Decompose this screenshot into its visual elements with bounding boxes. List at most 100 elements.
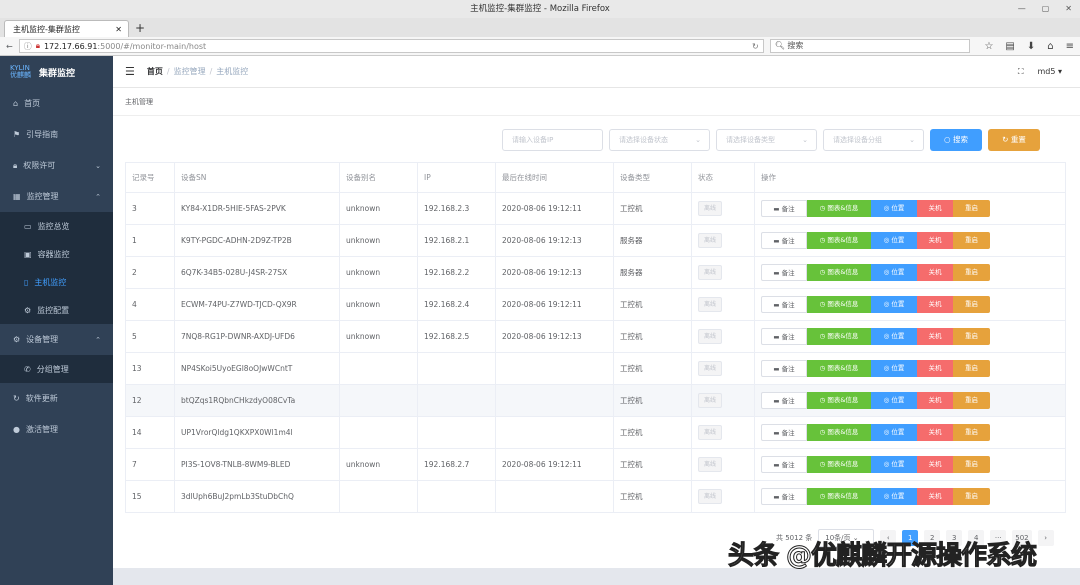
note-button[interactable]: ▬ 备注 <box>761 488 807 505</box>
location-button[interactable]: ◎ 位置 <box>871 488 917 505</box>
shutdown-button[interactable]: 关机 <box>917 488 953 505</box>
star-icon[interactable]: ☆ <box>984 41 993 52</box>
chart-info-button[interactable]: ◷ 图表&信息 <box>807 456 871 473</box>
note-button[interactable]: ▬ 备注 <box>761 424 807 441</box>
shutdown-button[interactable]: 关机 <box>917 264 953 281</box>
table-row: 12btQZqs1RQbnCHkzdyO08CvTa工控机离线▬ 备注◷ 图表&… <box>126 385 1066 417</box>
location-button[interactable]: ◎ 位置 <box>871 328 917 345</box>
location-button[interactable]: ◎ 位置 <box>871 424 917 441</box>
chart-info-button[interactable]: ◷ 图表&信息 <box>807 360 871 377</box>
note-button[interactable]: ▬ 备注 <box>761 296 807 313</box>
location-button[interactable]: ◎ 位置 <box>871 456 917 473</box>
action-label: 备注 <box>782 397 795 405</box>
location-button[interactable]: ◎ 位置 <box>871 200 917 217</box>
note-button[interactable]: ▬ 备注 <box>761 232 807 249</box>
action-label: 备注 <box>782 429 795 437</box>
table-cell: 192.168.2.4 <box>418 289 496 321</box>
sidebar-item-monitor[interactable]: ▦监控管理⌃ <box>0 181 113 212</box>
chart-info-button[interactable]: ◷ 图表&信息 <box>807 392 871 409</box>
shutdown-button[interactable]: 关机 <box>917 200 953 217</box>
shutdown-button[interactable]: 关机 <box>917 360 953 377</box>
user-menu[interactable]: md5 ▾ <box>1037 67 1062 77</box>
reset-button[interactable]: ↻ 重置 <box>988 129 1040 151</box>
reboot-button[interactable]: 重启 <box>953 424 990 441</box>
location-button[interactable]: ◎ 位置 <box>871 392 917 409</box>
shutdown-button[interactable]: 关机 <box>917 232 953 249</box>
fullscreen-icon[interactable]: ⛶ <box>1018 67 1024 77</box>
chevron-up-icon: ⌃ <box>95 336 101 344</box>
tag-current[interactable]: 主机管理 <box>125 98 153 106</box>
sidebar-item-device[interactable]: ⚙设备管理⌃ <box>0 324 113 355</box>
reboot-button[interactable]: 重启 <box>953 264 990 281</box>
location-button[interactable]: ◎ 位置 <box>871 264 917 281</box>
table-cell: 6Q7K-34B5-028U-J4SR-27SX <box>175 257 340 289</box>
sidebar-item-guide[interactable]: ⚑引导指南 <box>0 119 113 150</box>
url-bar[interactable]: ⓘ🔒︎172.17.66.91:5000/#/monitor-main/host… <box>19 39 764 53</box>
location-button[interactable]: ◎ 位置 <box>871 296 917 313</box>
sidebar-item-config[interactable]: ⚙监控配置 <box>0 296 113 324</box>
sidebar-item-container[interactable]: ▣容器监控 <box>0 240 113 268</box>
action-label: 图表&信息 <box>827 396 858 404</box>
note-button[interactable]: ▬ 备注 <box>761 200 807 217</box>
shutdown-button[interactable]: 关机 <box>917 296 953 313</box>
close-window-button[interactable]: ✕ <box>1065 0 1072 18</box>
search-button[interactable]: ○ 搜索 <box>930 129 982 151</box>
note-button[interactable]: ▬ 备注 <box>761 360 807 377</box>
close-tab-icon[interactable]: ✕ <box>115 25 122 34</box>
location-button[interactable]: ◎ 位置 <box>871 232 917 249</box>
breadcrumb-home[interactable]: 首页 <box>147 67 163 76</box>
next-page-button[interactable]: › <box>1038 530 1054 546</box>
location-button[interactable]: ◎ 位置 <box>871 360 917 377</box>
status-select[interactable]: 请选择设备状态⌄ <box>609 129 710 151</box>
sidebar-item-overview[interactable]: ▭监控总览 <box>0 212 113 240</box>
reboot-button[interactable]: 重启 <box>953 456 990 473</box>
chart-info-button[interactable]: ◷ 图表&信息 <box>807 424 871 441</box>
maximize-button[interactable]: ▢ <box>1042 0 1050 18</box>
chart-info-button[interactable]: ◷ 图表&信息 <box>807 488 871 505</box>
sidebar-item-host[interactable]: ▯主机监控 <box>0 268 113 296</box>
shutdown-button[interactable]: 关机 <box>917 392 953 409</box>
shutdown-button[interactable]: 关机 <box>917 456 953 473</box>
shutdown-button[interactable]: 关机 <box>917 328 953 345</box>
reboot-button[interactable]: 重启 <box>953 232 990 249</box>
clipboard-icon[interactable]: ▤ <box>1005 41 1014 52</box>
reboot-button[interactable]: 重启 <box>953 296 990 313</box>
reboot-button[interactable]: 重启 <box>953 488 990 505</box>
reboot-button[interactable]: 重启 <box>953 328 990 345</box>
chart-info-button[interactable]: ◷ 图表&信息 <box>807 296 871 313</box>
browser-search-input[interactable]: 🔍︎ 搜索 <box>770 39 971 53</box>
reload-icon[interactable]: ↻ <box>752 42 759 51</box>
hamburger-icon[interactable]: ☰ <box>125 65 135 78</box>
table-row: 4ECWM-74PU-Z7WD-TJCD-QX9Runknown192.168.… <box>126 289 1066 321</box>
chart-info-button[interactable]: ◷ 图表&信息 <box>807 328 871 345</box>
shutdown-button[interactable]: 关机 <box>917 424 953 441</box>
chart-info-button[interactable]: ◷ 图表&信息 <box>807 200 871 217</box>
sidebar-item-activation[interactable]: ●激活管理 <box>0 414 113 445</box>
back-icon[interactable]: ← <box>6 42 13 51</box>
chart-info-button[interactable]: ◷ 图表&信息 <box>807 264 871 281</box>
group-select[interactable]: 请选择设备分组⌄ <box>823 129 924 151</box>
ip-input[interactable]: 请输入设备IP <box>502 129 603 151</box>
sidebar-item-update[interactable]: ↻软件更新 <box>0 383 113 414</box>
home-icon[interactable]: ⌂ <box>1047 41 1053 52</box>
type-select[interactable]: 请选择设备类型⌄ <box>716 129 817 151</box>
note-button[interactable]: ▬ 备注 <box>761 328 807 345</box>
sidebar-item-home[interactable]: ⌂首页 <box>0 88 113 119</box>
table-cell: unknown <box>340 321 418 353</box>
note-button[interactable]: ▬ 备注 <box>761 392 807 409</box>
chart-info-button[interactable]: ◷ 图表&信息 <box>807 232 871 249</box>
minimize-button[interactable]: — <box>1018 0 1026 18</box>
browser-tab[interactable]: 主机监控-集群监控✕ <box>4 20 129 37</box>
sidebar-item-license[interactable]: 🔒︎权限许可⌄ <box>0 150 113 181</box>
reboot-button[interactable]: 重启 <box>953 360 990 377</box>
status-cell: 离线 <box>692 449 755 481</box>
reboot-button[interactable]: 重启 <box>953 200 990 217</box>
sidebar-item-group[interactable]: ✆分组管理 <box>0 355 113 383</box>
new-tab-button[interactable]: + <box>135 20 145 37</box>
reboot-button[interactable]: 重启 <box>953 392 990 409</box>
download-icon[interactable]: ⬇ <box>1027 41 1035 52</box>
note-button[interactable]: ▬ 备注 <box>761 456 807 473</box>
note-button[interactable]: ▬ 备注 <box>761 264 807 281</box>
table-cell: 工控机 <box>614 449 692 481</box>
menu-icon[interactable]: ≡ <box>1066 41 1074 52</box>
